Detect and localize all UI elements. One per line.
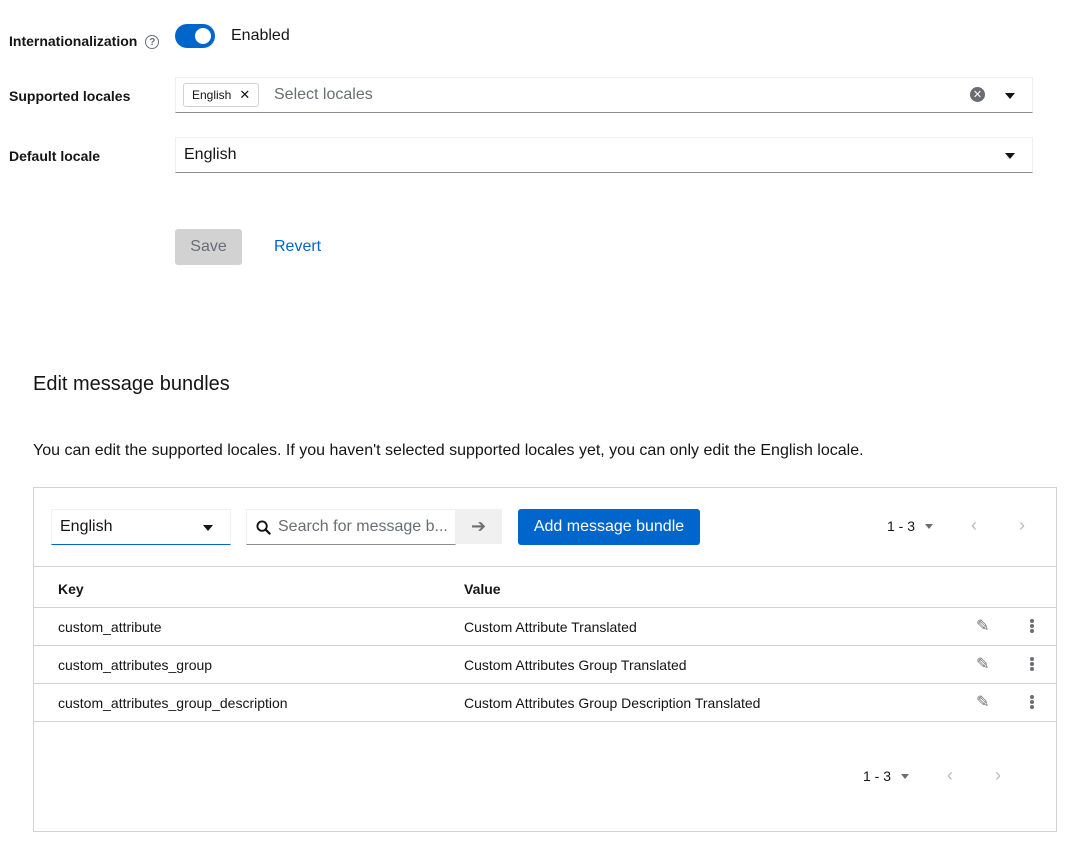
row-key: custom_attributes_group_description	[58, 695, 288, 711]
message-bundles-card: English Search for message b... ➔ Add me…	[33, 487, 1057, 832]
supported-locales-select[interactable]: English ✕ Select locales ✕	[175, 77, 1033, 113]
arrow-right-icon: ➔	[470, 516, 487, 536]
save-button[interactable]: Save	[175, 229, 242, 265]
internationalization-label: Internationalization?	[9, 33, 160, 50]
table-row: custom_attributes_group Custom Attribute…	[34, 646, 1056, 684]
prev-page-icon[interactable]: ‹	[971, 515, 977, 536]
internationalization-toggle[interactable]	[175, 24, 215, 48]
pagination-range: 1 - 3	[887, 518, 916, 534]
pencil-icon[interactable]: ✎	[976, 692, 989, 712]
kebab-menu-icon[interactable]	[1030, 619, 1034, 633]
help-circle-icon[interactable]: ?	[145, 35, 160, 50]
revert-button[interactable]: Revert	[274, 238, 321, 256]
default-locale-label: Default locale	[9, 148, 101, 164]
column-header-value: Value	[464, 581, 501, 597]
prev-page-icon[interactable]: ‹	[947, 765, 953, 786]
internationalization-label-text: Internationalization	[9, 33, 138, 49]
add-message-bundle-button[interactable]: Add message bundle	[518, 509, 700, 545]
pagination-bottom-toggle[interactable]: 1 - 3	[863, 768, 910, 784]
default-locale-value: English	[184, 146, 237, 163]
toggle-knob	[195, 28, 211, 44]
toggle-state-label: Enabled	[231, 27, 290, 44]
divider	[34, 721, 1056, 722]
chevron-down-icon	[1005, 153, 1015, 159]
next-page-icon[interactable]: ›	[995, 765, 1001, 786]
caret-down-icon	[901, 773, 910, 779]
section-description: You can edit the supported locales. If y…	[33, 442, 864, 459]
chip-label: English	[192, 88, 232, 102]
search-submit-button[interactable]: ➔	[455, 509, 502, 544]
kebab-menu-icon[interactable]	[1030, 657, 1034, 671]
section-title: Edit message bundles	[33, 373, 230, 395]
supported-locales-label: Supported locales	[9, 88, 131, 104]
row-value: Custom Attributes Group Description Tran…	[464, 695, 761, 711]
row-value: Custom Attributes Group Translated	[464, 657, 687, 673]
kebab-menu-icon[interactable]	[1030, 695, 1034, 709]
supported-locales-placeholder[interactable]: Select locales	[274, 86, 373, 104]
locale-chip-english: English ✕	[183, 83, 260, 107]
pagination-range: 1 - 3	[863, 768, 892, 784]
divider	[34, 566, 1056, 567]
search-input[interactable]: Search for message b...	[246, 509, 456, 545]
caret-down-icon	[925, 523, 934, 529]
locale-select[interactable]: English	[51, 509, 231, 545]
pencil-icon[interactable]: ✎	[976, 616, 989, 636]
chevron-down-icon[interactable]	[1005, 93, 1015, 99]
default-locale-select[interactable]: English	[175, 137, 1033, 173]
table-row: custom_attributes_group_description Cust…	[34, 684, 1056, 722]
chevron-down-icon	[203, 525, 213, 531]
chip-remove-icon[interactable]: ✕	[239, 87, 250, 103]
row-value: Custom Attribute Translated	[464, 619, 637, 635]
table-row: custom_attribute Custom Attribute Transl…	[34, 608, 1056, 646]
search-icon	[256, 520, 271, 535]
column-header-key: Key	[58, 581, 84, 597]
row-key: custom_attributes_group	[58, 657, 213, 673]
row-key: custom_attribute	[58, 619, 162, 635]
pencil-icon[interactable]: ✎	[976, 654, 989, 674]
clear-icon[interactable]: ✕	[970, 87, 985, 102]
pagination-top-toggle[interactable]: 1 - 3	[887, 518, 934, 534]
search-placeholder: Search for message b...	[278, 518, 448, 535]
locale-select-value: English	[60, 518, 113, 535]
next-page-icon[interactable]: ›	[1019, 515, 1025, 536]
